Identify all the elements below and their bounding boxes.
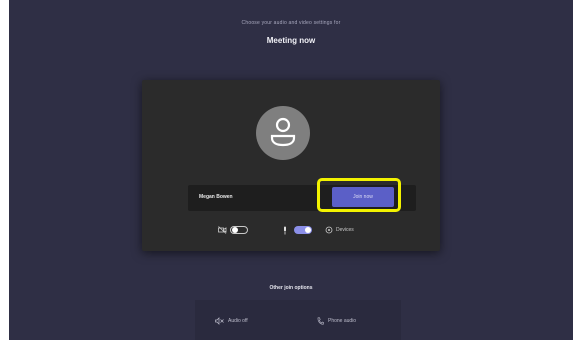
mic-toggle[interactable] (294, 226, 312, 234)
preview-card: Megan Bowen Join now Devices (142, 80, 440, 251)
meeting-title: Meeting now (266, 36, 316, 45)
prejoin-subtitle: Choose your audio and video settings for (241, 20, 341, 26)
device-settings[interactable]: Devices (325, 223, 354, 237)
video-control (218, 223, 248, 237)
display-name: Megan Bowen (199, 194, 233, 200)
mic-control (282, 223, 312, 237)
video-toggle[interactable] (230, 226, 248, 234)
avatar (256, 106, 310, 160)
phone-audio-label: Phone audio (328, 318, 357, 324)
gear-icon (325, 226, 333, 234)
person-icon (270, 117, 296, 147)
camera-off-icon (218, 226, 227, 234)
speaker-off-icon (215, 317, 224, 325)
mic-toggle-knob (305, 227, 311, 233)
join-button-highlight (317, 178, 401, 212)
phone-icon (317, 317, 324, 325)
other-join-options: Audio off Phone audio (195, 300, 401, 340)
other-join-options-label: Other join options (269, 285, 313, 291)
phone-audio-option[interactable]: Phone audio (317, 315, 356, 327)
audio-off-option[interactable]: Audio off (215, 315, 248, 327)
microphone-icon (284, 226, 286, 234)
media-controls: Devices (212, 223, 382, 237)
meeting-prejoin-screen: Choose your audio and video settings for… (9, 0, 573, 340)
device-settings-label: Devices (336, 227, 354, 233)
audio-off-label: Audio off (228, 318, 248, 324)
video-toggle-knob (232, 227, 238, 233)
